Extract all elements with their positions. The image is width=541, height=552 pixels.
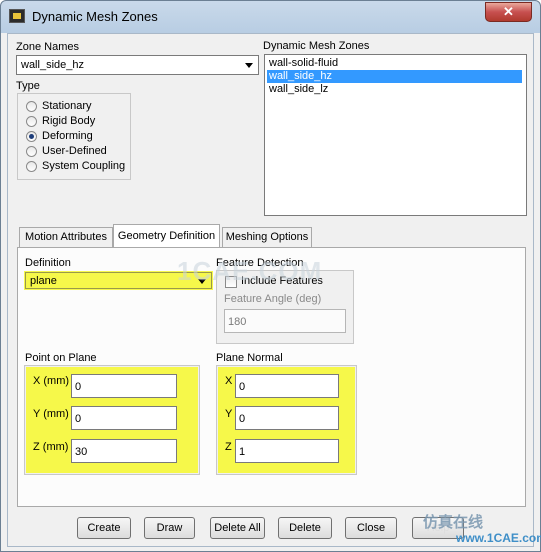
dialog-client-area: Zone Names wall_side_hz Type Stationary … xyxy=(7,33,534,547)
definition-value: plane xyxy=(30,275,57,287)
point-y-value: 0 xyxy=(75,413,82,425)
radio-button[interactable] xyxy=(26,146,37,157)
feature-angle-label: Feature Angle (deg) xyxy=(224,293,322,305)
type-radio-group: Stationary Rigid Body Deforming User-Def… xyxy=(17,93,131,180)
radio-label: Stationary xyxy=(42,100,92,112)
dynamic-mesh-zones-label: Dynamic Mesh Zones xyxy=(263,40,370,52)
zone-names-dropdown[interactable]: wall_side_hz xyxy=(16,55,259,75)
normal-z-label: Z xyxy=(225,441,232,453)
point-on-plane-group: X (mm) 0 Y (mm) 0 Z (mm) 30 xyxy=(24,365,200,475)
zone-names-value: wall_side_hz xyxy=(21,59,84,71)
plane-normal-label: Plane Normal xyxy=(216,352,283,364)
list-item[interactable]: wall_side_lz xyxy=(267,83,522,96)
type-label: Type xyxy=(16,80,40,92)
window-title: Dynamic Mesh Zones xyxy=(32,9,158,24)
title-bar[interactable]: Dynamic Mesh Zones ✕ xyxy=(1,1,540,33)
list-item-selected[interactable]: wall_side_hz xyxy=(267,70,522,83)
create-button[interactable]: Create xyxy=(77,517,131,539)
delete-button[interactable]: Delete xyxy=(278,517,332,539)
normal-y-value: 0 xyxy=(239,413,246,425)
point-z-label: Z (mm) xyxy=(33,441,69,453)
radio-button[interactable] xyxy=(26,101,37,112)
plane-normal-group: X 0 Y 0 Z 1 xyxy=(216,365,357,475)
tab-meshing-options[interactable]: Meshing Options xyxy=(222,227,312,247)
normal-x-value: 0 xyxy=(239,381,246,393)
dialog-window: Dynamic Mesh Zones ✕ Zone Names wall_sid… xyxy=(0,0,541,552)
close-window-button[interactable]: ✕ xyxy=(485,2,532,22)
point-x-input[interactable]: 0 xyxy=(71,374,177,398)
point-z-input[interactable]: 30 xyxy=(71,439,177,463)
point-y-input[interactable]: 0 xyxy=(71,406,177,430)
point-on-plane-label: Point on Plane xyxy=(25,352,97,364)
tab-motion-attributes[interactable]: Motion Attributes xyxy=(19,227,113,247)
point-z-value: 30 xyxy=(75,446,88,458)
chevron-down-icon xyxy=(245,63,253,68)
delete-all-button[interactable]: Delete All xyxy=(210,517,265,539)
radio-button[interactable] xyxy=(26,161,37,172)
zone-names-label: Zone Names xyxy=(16,41,79,53)
point-y-label: Y (mm) xyxy=(33,408,69,420)
tab-geometry-definition[interactable]: Geometry Definition xyxy=(113,224,220,248)
radio-label: Rigid Body xyxy=(42,115,96,127)
radio-label: System Coupling xyxy=(42,160,126,172)
normal-z-value: 1 xyxy=(239,446,246,458)
normal-x-input[interactable]: 0 xyxy=(235,374,339,398)
draw-button[interactable]: Draw xyxy=(144,517,195,539)
point-x-label: X (mm) xyxy=(33,375,70,387)
dynamic-mesh-zones-list[interactable]: wall-solid-fluid wall_side_hz wall_side_… xyxy=(264,54,527,216)
watermark-text: 1CAE.COM xyxy=(177,256,323,286)
feature-angle-input[interactable]: 180 xyxy=(224,309,346,333)
list-item[interactable]: wall-solid-fluid xyxy=(267,57,522,70)
close-icon: ✕ xyxy=(503,4,514,19)
radio-button-selected[interactable] xyxy=(26,131,37,142)
radio-button[interactable] xyxy=(26,116,37,127)
normal-z-input[interactable]: 1 xyxy=(235,439,339,463)
app-icon xyxy=(9,9,25,23)
close-button[interactable]: Close xyxy=(345,517,397,539)
feature-angle-value: 180 xyxy=(228,316,247,328)
watermark-logo: 仿真在线 xyxy=(423,514,484,531)
watermark-url: www.1CAE.com xyxy=(456,531,541,545)
normal-y-label: Y xyxy=(225,408,233,420)
normal-y-input[interactable]: 0 xyxy=(235,406,339,430)
normal-x-label: X xyxy=(225,375,233,387)
point-x-value: 0 xyxy=(75,381,82,393)
radio-label: User-Defined xyxy=(42,145,107,157)
definition-label: Definition xyxy=(25,257,71,269)
radio-label: Deforming xyxy=(42,130,93,142)
